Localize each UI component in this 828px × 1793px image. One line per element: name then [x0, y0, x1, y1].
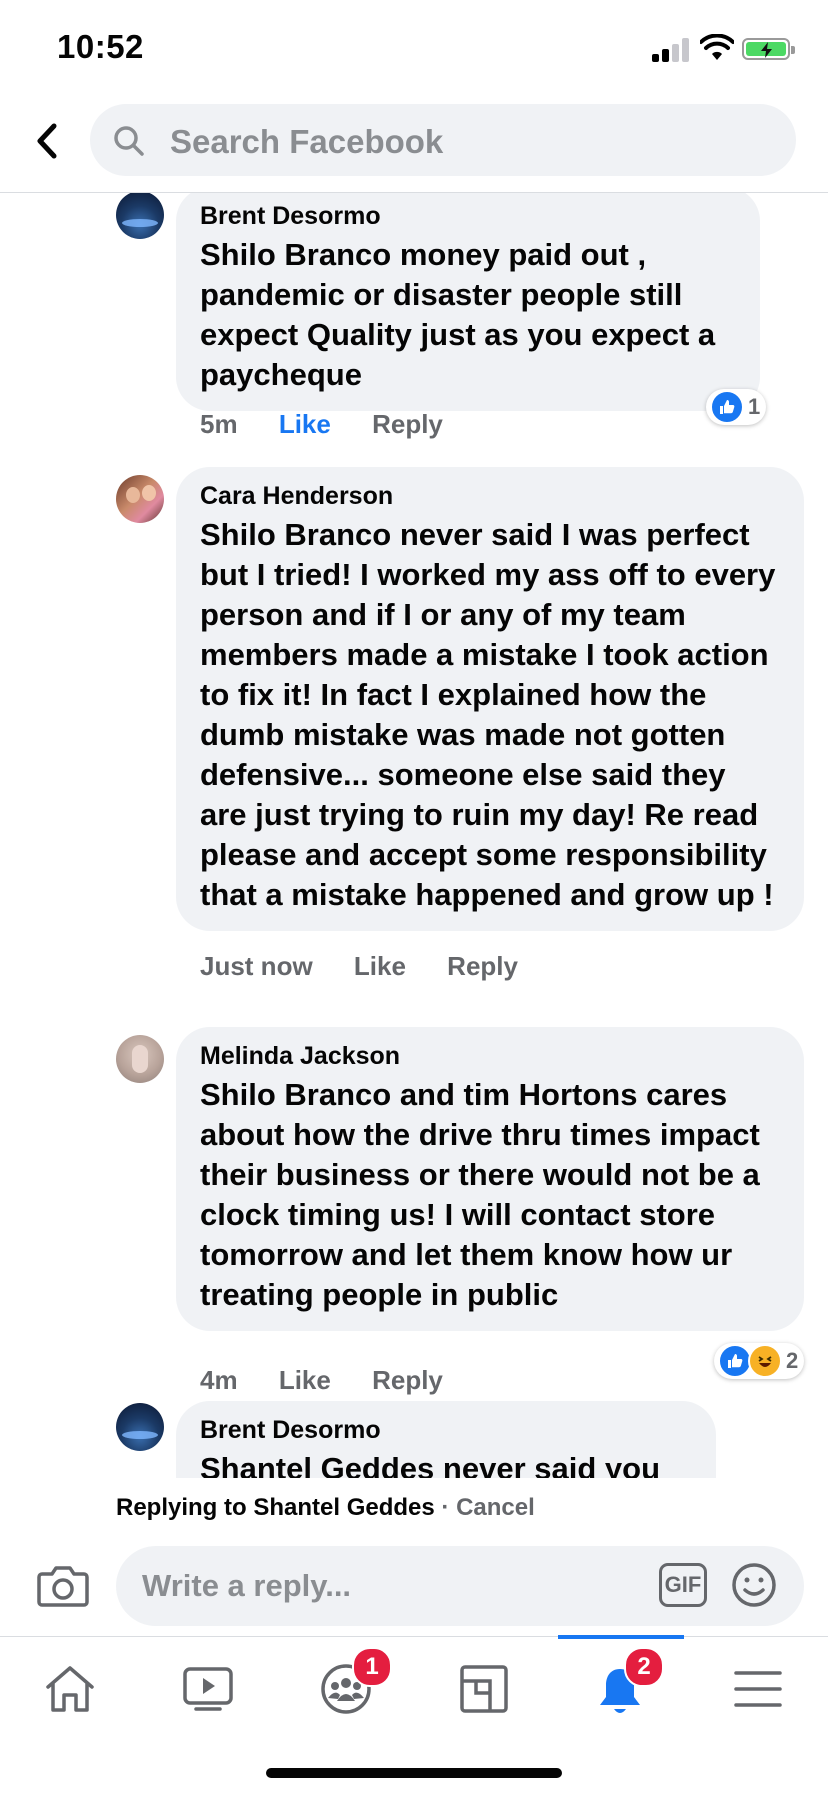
comment-author[interactable]: Brent Desormo: [200, 1415, 692, 1445]
battery-icon: [742, 38, 795, 60]
pages-icon: [460, 1665, 508, 1713]
comment-text: Shilo Branco never said I was perfect bu…: [200, 517, 776, 912]
wifi-icon: [700, 34, 734, 60]
comment-actions: Just now Like Reply: [200, 951, 552, 982]
comment-thread: Brent Desormo Shilo Branco money paid ou…: [0, 193, 828, 1478]
tab-watch[interactable]: [168, 1655, 248, 1725]
reaction-summary[interactable]: 2: [714, 1343, 805, 1379]
comment-bubble: Brent Desormo Shilo Branco money paid ou…: [176, 193, 760, 411]
camera-icon[interactable]: [36, 1562, 90, 1610]
comment-author[interactable]: Melinda Jackson: [200, 1041, 780, 1071]
like-button[interactable]: Like: [279, 409, 331, 439]
reply-button[interactable]: Reply: [447, 951, 518, 981]
comment-bubble: Cara Henderson Shilo Branco never said I…: [176, 467, 804, 931]
replying-to-name: Shantel Geddes: [253, 1494, 435, 1521]
mention-link[interactable]: Shilo Branco: [200, 237, 391, 272]
watch-icon: [183, 1667, 233, 1711]
back-icon[interactable]: [28, 116, 68, 166]
reply-composer: Write a reply... GIF: [0, 1540, 828, 1636]
comment-author[interactable]: Brent Desormo: [200, 201, 736, 231]
tab-groups[interactable]: 1: [306, 1647, 392, 1725]
cancel-reply-button[interactable]: Cancel: [456, 1494, 535, 1521]
active-tab-indicator: [558, 1635, 684, 1639]
like-reaction-icon: [710, 390, 744, 424]
reply-input[interactable]: Write a reply... GIF: [116, 1546, 804, 1626]
like-reaction-icon: [718, 1344, 752, 1378]
search-icon: [114, 126, 144, 156]
comment-actions: 4m Like Reply: [200, 1365, 477, 1396]
reaction-count: 2: [786, 1348, 799, 1373]
comment-time: 5m: [200, 409, 238, 439]
reaction-count: 1: [748, 394, 761, 419]
groups-badge: 1: [352, 1647, 392, 1687]
search-placeholder: Search Facebook: [170, 123, 444, 160]
comment-text: Shilo Branco and tim Hortons cares about…: [200, 1077, 760, 1312]
comment-time: 4m: [200, 1365, 238, 1395]
avatar[interactable]: [116, 1403, 164, 1451]
reply-button[interactable]: Reply: [372, 1365, 443, 1395]
home-icon: [46, 1666, 94, 1712]
tab-home[interactable]: [30, 1655, 110, 1725]
gif-icon[interactable]: GIF: [659, 1563, 707, 1607]
comment-time: Just now: [200, 951, 313, 981]
tab-pages[interactable]: [444, 1655, 524, 1725]
comment-bubble: Brent Desormo Shantel Geddes never said …: [176, 1401, 716, 1478]
comment-actions: 5m Like Reply: [200, 409, 477, 440]
avatar[interactable]: [116, 193, 164, 239]
like-button[interactable]: Like: [279, 1365, 331, 1395]
like-button[interactable]: Like: [354, 951, 406, 981]
mention-link[interactable]: Shilo Branco: [200, 1077, 391, 1112]
cellular-signal-icon: [652, 38, 692, 62]
replying-text: Replying to Shantel Geddes · Cancel: [116, 1494, 535, 1521]
comment-text: Shantel Geddes never said you: [200, 1449, 692, 1478]
avatar[interactable]: [116, 475, 164, 523]
home-indicator: [266, 1768, 562, 1778]
tab-notifications[interactable]: 2: [580, 1647, 664, 1725]
reaction-summary[interactable]: 1: [706, 389, 767, 425]
avatar[interactable]: [116, 1035, 164, 1083]
haha-reaction-icon: [748, 1344, 782, 1378]
status-time: 10:52: [57, 28, 144, 65]
emoji-icon[interactable]: [730, 1561, 778, 1609]
comment-text: Shilo Branco money paid out , pandemic o…: [200, 237, 716, 392]
notifications-badge: 2: [624, 1647, 664, 1687]
tab-menu[interactable]: [718, 1655, 798, 1725]
mention-link[interactable]: Shantel Geddes: [200, 1451, 434, 1478]
mention-link[interactable]: Shilo Branco: [200, 517, 391, 552]
comment-bubble: Melinda Jackson Shilo Branco and tim Hor…: [176, 1027, 804, 1331]
reply-placeholder: Write a reply...: [142, 1568, 352, 1603]
reply-button[interactable]: Reply: [372, 409, 443, 439]
menu-icon: [734, 1671, 782, 1707]
status-bar: 10:52: [0, 0, 828, 96]
replying-bar: Replying to Shantel Geddes · Cancel: [0, 1478, 828, 1540]
search-input[interactable]: Search Facebook: [90, 104, 796, 176]
search-header: Search Facebook: [0, 96, 828, 193]
comment-author[interactable]: Cara Henderson: [200, 481, 780, 511]
